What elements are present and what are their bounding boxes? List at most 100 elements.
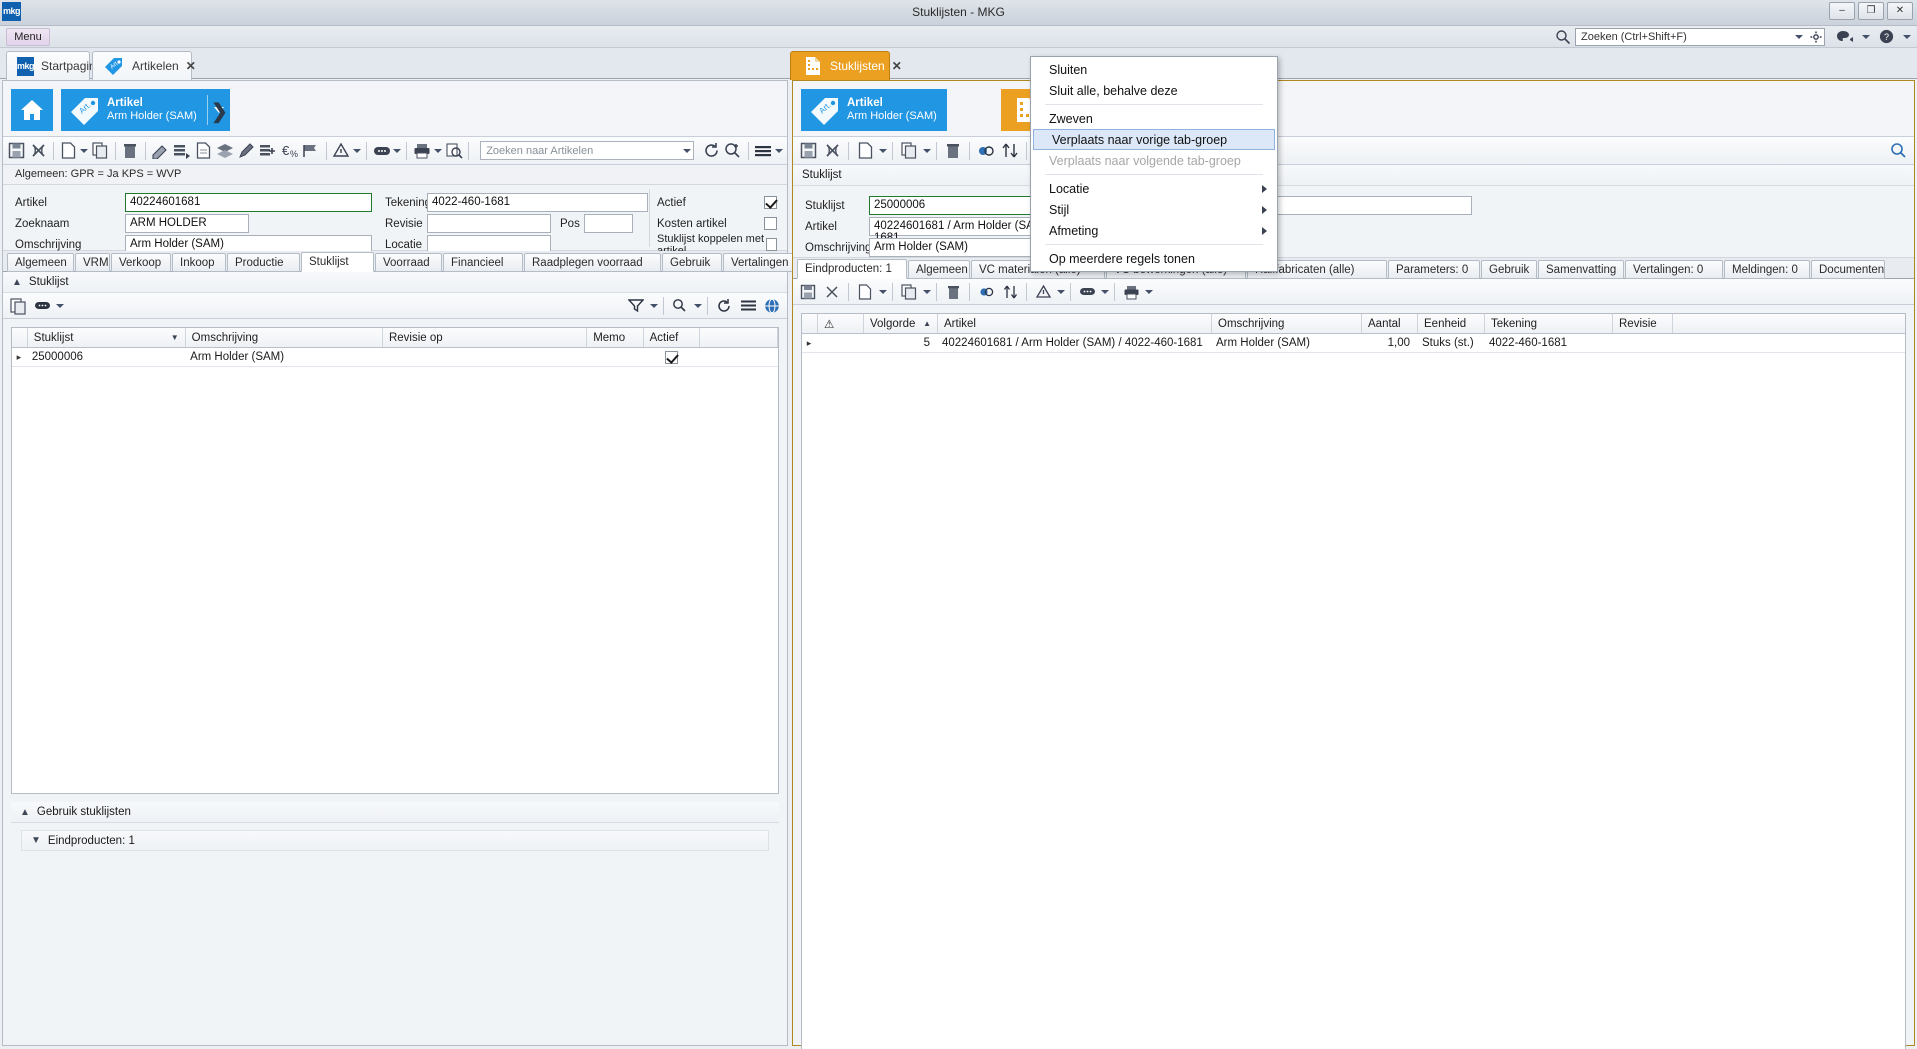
document-icon[interactable] [194,140,213,162]
breadcrumb-node-artikel[interactable]: Art. Artikel Arm Holder (SAM) [61,89,230,131]
new-dropdown-icon[interactable] [878,281,887,303]
section-stuklijst[interactable]: Stuklijst [793,165,1914,186]
print-dropdown-icon[interactable] [1144,281,1153,303]
find-dropdown-icon[interactable] [693,295,702,317]
new-dropdown-icon[interactable] [878,140,887,162]
cell-checkbox[interactable] [665,350,679,364]
table-cell[interactable]: 1,00 [1360,334,1416,352]
cancel-icon[interactable] [821,281,843,303]
new-icon[interactable] [854,140,876,162]
tab-vrm[interactable]: VRM [75,253,110,272]
table-row[interactable]: ▸ 25000006 Arm Holder (SAM) [12,348,778,367]
table-cell[interactable]: Stuks (st.) [1416,334,1483,352]
table-cell[interactable]: 40224601681 / Arm Holder (SAM) / 4022-46… [936,334,1210,352]
right-grid-col-header[interactable]: ⚠ [818,314,864,333]
layers-icon[interactable] [215,140,234,162]
tab-inkoop[interactable]: Inkoop [172,253,226,272]
minimize-button[interactable]: – [1829,2,1855,20]
comment-icon[interactable] [31,295,53,317]
table-row[interactable]: ▸ 5 40224601681 / Arm Holder (SAM) / 4022-… [802,334,1905,353]
overflow-caret-icon[interactable] [774,140,783,162]
chevron-down-icon[interactable] [682,148,691,153]
tab-gebruik[interactable]: Gebruik [1481,260,1537,279]
tab-gebruik[interactable]: Gebruik [662,253,722,272]
gear-icon[interactable] [1810,31,1822,43]
filter-icon[interactable] [625,295,647,317]
menu-item-sluit-alle-behalve-deze[interactable]: Sluit alle, behalve deze [1031,80,1277,101]
table-cell[interactable]: Arm Holder (SAM) [184,348,382,366]
right-grid-col-header[interactable]: Tekening [1485,314,1613,333]
doc-tab-startpagina[interactable]: mkg Startpagina [6,51,102,80]
tab-voorraad[interactable]: Voorraad [375,253,442,272]
tab-eindproducten-1[interactable]: Eindproducten: 1 [797,259,907,279]
tab-vertalingen-0[interactable]: Vertalingen: 0 [1625,260,1723,279]
close-button[interactable]: ✕ [1887,2,1913,20]
checkbox-kosten-box[interactable] [764,217,777,230]
section-stuklijst[interactable]: ▲ Stuklijst [3,272,787,293]
left-grid-col-header[interactable]: Stuklijst ▼ [28,328,186,347]
edit-tag-icon[interactable] [151,140,170,162]
comment-dropdown-icon[interactable] [55,295,64,317]
menu-item-stijl[interactable]: Stijl [1031,199,1277,220]
checkbox-actief[interactable]: Actief [657,193,777,212]
tab-financieel[interactable]: Financieel [443,253,523,272]
search-grid-icon[interactable] [1888,140,1910,162]
checkbox-kosten-artikel[interactable]: Kosten artikel [657,214,777,233]
palette-dropdown-icon[interactable] [1862,34,1870,39]
right-grid-col-header[interactable]: Eenheid [1418,314,1485,333]
print-dropdown-icon[interactable] [433,140,442,162]
checkbox-koppelen-box[interactable] [766,238,777,251]
search-input[interactable]: Zoeken naar Artikelen [480,141,694,160]
tab-algemeen[interactable]: Algemeen [7,253,74,272]
menu-item-op-meerdere-regels-tonen[interactable]: Op meerdere regels tonen [1031,248,1277,269]
save-icon[interactable] [797,140,819,162]
table-cell[interactable]: Arm Holder (SAM) [1210,334,1360,352]
comment-dropdown-icon[interactable] [393,140,402,162]
table-cell[interactable]: 5 [862,334,936,352]
doc-tab-stuklijsten[interactable]: Stuklijsten ✕ [790,51,902,80]
help-icon[interactable]: ? [1879,29,1894,44]
tab-documenten[interactable]: Documenten [1811,260,1885,279]
chevron-down-icon[interactable] [1795,35,1803,39]
close-icon[interactable]: ✕ [186,59,196,73]
delete-icon[interactable] [942,281,964,303]
checkbox-actief-box[interactable] [764,196,777,209]
right-grid-col-header[interactable]: Volgorde ▲ [864,314,938,333]
right-grid-col-header[interactable]: Aantal [1362,314,1418,333]
menu-item-afmeting[interactable]: Afmeting [1031,220,1277,241]
menu-item-locatie[interactable]: Locatie [1031,178,1277,199]
doc-tab-artikelen[interactable]: Art. Artikelen ✕ [92,51,196,80]
save-icon[interactable] [797,281,819,303]
tekening-input[interactable]: 4022-460-1681 [427,193,648,212]
stack-icon[interactable] [172,140,191,162]
table-cell[interactable] [587,348,643,366]
table-cell[interactable] [1611,334,1671,352]
pos-input[interactable] [584,214,633,233]
breadcrumb-node-artikel[interactable]: Art. Artikel Arm Holder (SAM) [801,89,947,131]
tab-parameters-0[interactable]: Parameters: 0 [1388,260,1480,279]
menu-lines-icon[interactable] [737,295,759,317]
menu-button[interactable]: Menu [6,28,50,46]
sort-icon[interactable] [999,140,1021,162]
warning-icon[interactable] [1032,281,1054,303]
copy-dropdown-icon[interactable] [922,281,931,303]
table-cell[interactable] [816,334,862,352]
left-grid-col-header[interactable] [700,328,778,347]
copy-rows-icon[interactable] [7,295,29,317]
preview-icon[interactable] [444,140,463,162]
close-icon[interactable]: ✕ [892,59,902,73]
pencil-icon[interactable] [237,140,256,162]
zoom-plus-icon[interactable] [723,140,742,162]
link-icon[interactable] [975,140,997,162]
new-icon[interactable] [854,281,876,303]
warning-icon[interactable] [332,140,351,162]
find-icon[interactable] [669,295,691,317]
save-icon[interactable] [7,140,26,162]
artikel-input[interactable]: 40224601681 [125,193,372,212]
global-search-input[interactable]: Zoeken (Ctrl+Shift+F) [1575,28,1825,46]
flag-icon[interactable] [301,140,320,162]
home-icon[interactable] [11,89,53,131]
refresh-icon[interactable] [702,140,721,162]
comment-icon[interactable] [372,140,391,162]
menu-item-zweven[interactable]: Zweven [1031,108,1277,129]
